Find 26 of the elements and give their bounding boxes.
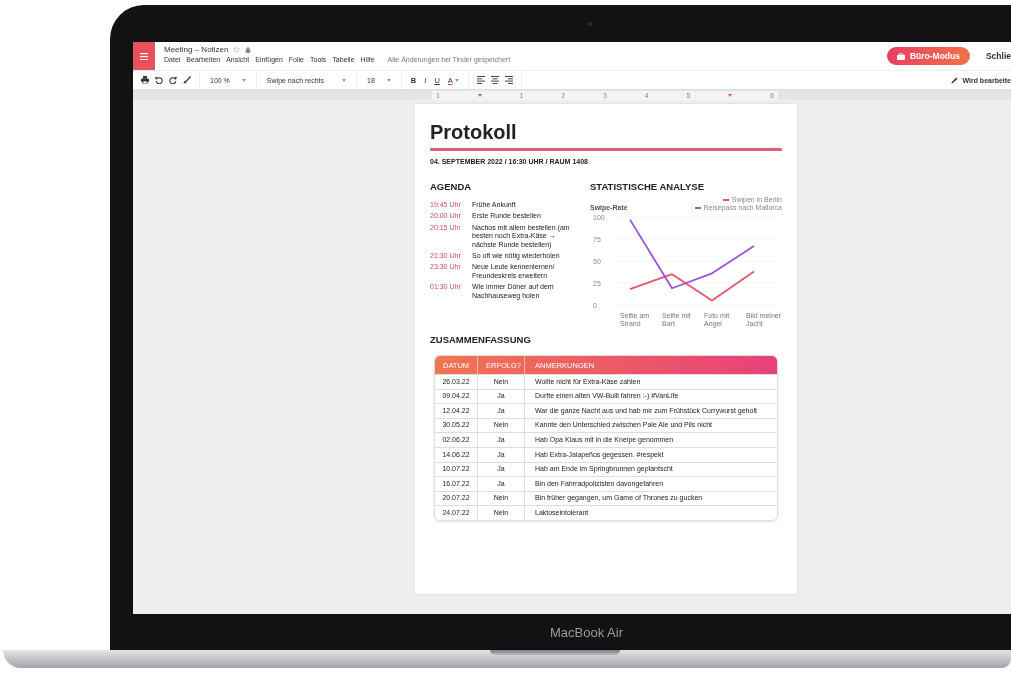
print-icon[interactable] xyxy=(141,76,149,84)
briefcase-icon xyxy=(896,52,905,60)
section-heading: AGENDA xyxy=(430,181,473,192)
caret-icon xyxy=(241,78,246,82)
tab-marker-icon[interactable] xyxy=(728,93,733,97)
menu-button[interactable] xyxy=(133,42,155,70)
document-title: Meeting – Notizen xyxy=(164,45,229,54)
align-left-icon[interactable] xyxy=(476,76,485,84)
caret-icon xyxy=(386,78,391,82)
pencil-icon xyxy=(951,76,959,84)
section-heading: ZUSAMMENFASSUNG xyxy=(430,334,532,345)
caret-icon xyxy=(454,78,459,82)
redo-icon[interactable] xyxy=(169,76,177,84)
tab-marker-icon[interactable] xyxy=(477,93,482,97)
close-button[interactable]: Schlie xyxy=(985,51,1011,61)
caret-icon xyxy=(342,78,347,82)
align-right-icon[interactable] xyxy=(504,76,513,84)
page-title: Protokoll xyxy=(430,120,518,144)
section-heading: STATISTISCHE ANALYSE xyxy=(590,181,705,192)
laptop-label: MacBook Air xyxy=(550,624,623,640)
drop-icon[interactable] xyxy=(245,46,252,53)
undo-icon[interactable] xyxy=(155,76,163,84)
align-center-icon[interactable] xyxy=(490,76,499,84)
menu-icon xyxy=(140,52,148,60)
brush-icon[interactable] xyxy=(183,76,191,84)
star-icon[interactable] xyxy=(233,46,241,53)
